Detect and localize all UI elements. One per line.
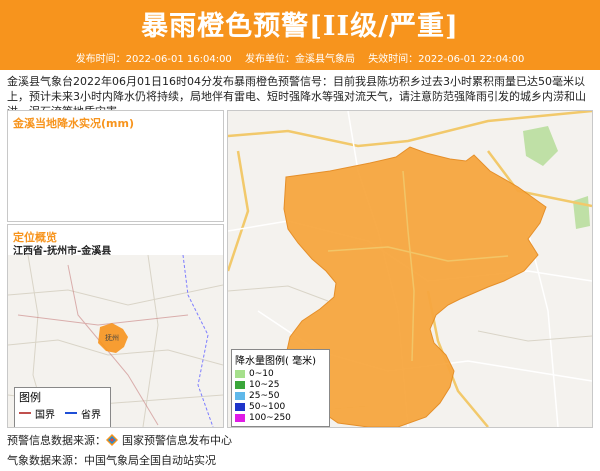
- legend-swatch: [235, 380, 245, 389]
- provincial-border-line-icon: [65, 412, 77, 414]
- legend-item: 50~100: [232, 401, 329, 412]
- warning-title: 暴雨橙色预警[II级/严重]: [141, 11, 459, 42]
- warning-center-logo-icon: [106, 434, 118, 446]
- data-source-line: 气象数据来源：中国气象局全国自动站实况: [7, 454, 216, 467]
- national-border-line-icon: [19, 412, 31, 414]
- city-label: 抚州: [105, 333, 119, 342]
- rain-panel: 金溪当地降水实况(mm): [7, 110, 224, 222]
- warning-map-panel: 降水量图例( 毫米) 0~10 10~25 25~50 50~100 100~2…: [227, 110, 593, 428]
- warning-center-link[interactable]: 国家预警信息发布中心: [122, 432, 232, 448]
- legend-swatch: [235, 369, 245, 378]
- expire-time: 失效时间：2022-06-01 22:04:00: [368, 54, 525, 65]
- precipitation-legend: 降水量图例( 毫米) 0~10 10~25 25~50 50~100 100~2…: [231, 349, 330, 427]
- publish-time: 发布时间：2022-06-01 16:04:00: [75, 54, 232, 65]
- legend-swatch: [235, 402, 245, 411]
- overview-legend: 图例 国界 省界: [14, 387, 111, 427]
- legend-swatch: [235, 413, 245, 422]
- warning-banner: 暴雨橙色预警[II级/严重] 发布时间：2022-06-01 16:04:00 …: [0, 0, 600, 70]
- location-panel: 定位概览 江西省-抚州市-金溪县 抚州 图例 国界 省界: [7, 224, 224, 428]
- legend-item: 0~10: [232, 368, 329, 379]
- legend-swatch: [235, 391, 245, 400]
- publisher: 发布单位：金溪县气象局: [245, 54, 355, 65]
- overview-legend-title: 图例: [19, 391, 41, 404]
- warning-source-line: 预警信息数据来源： 国家预警信息发布中心: [7, 432, 232, 448]
- legend-item: 100~250: [232, 412, 329, 423]
- legend-item: 10~25: [232, 379, 329, 390]
- warning-meta: 发布时间：2022-06-01 16:04:00 发布单位：金溪县气象局 失效时…: [0, 50, 600, 65]
- legend-item: 25~50: [232, 390, 329, 401]
- precipitation-legend-title: 降水量图例( 毫米): [235, 356, 316, 367]
- rain-panel-title: 金溪当地降水实况(mm): [13, 117, 134, 130]
- legend-national-border: 国界 省界: [15, 406, 110, 421]
